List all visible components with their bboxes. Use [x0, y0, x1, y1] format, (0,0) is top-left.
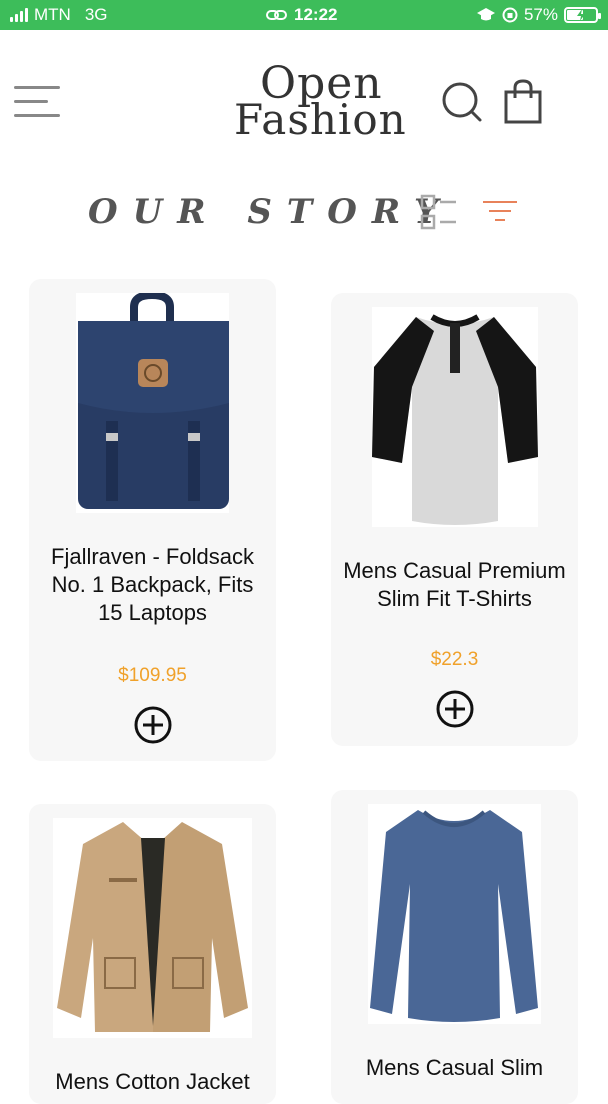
search-button[interactable] [440, 80, 484, 124]
product-title: Mens Casual Premium Slim Fit T-Shirts [343, 558, 566, 611]
product-image [372, 307, 538, 527]
signal-icon [10, 8, 28, 22]
product-title: Fjallraven - Foldsack No. 1 Backpack, Fi… [51, 544, 254, 625]
product-card[interactable]: Mens Casual Slim [331, 790, 578, 1104]
menu-button[interactable] [14, 86, 60, 118]
add-to-cart-button[interactable] [435, 689, 475, 729]
plus-circle-icon [134, 706, 172, 744]
brand-logo[interactable]: Open Fashion [232, 62, 414, 144]
product-price: $109.95 [118, 665, 187, 686]
blue-long-sleeve-shirt-image [370, 810, 538, 1022]
product-price: $22.3 [430, 649, 479, 670]
raglan-henley-shirt-image [372, 314, 538, 525]
network-label: 3G [84, 5, 108, 24]
status-right: 57% [476, 5, 601, 25]
logo-line2: Fashion [234, 95, 407, 144]
product-card[interactable]: Mens Cotton Jacket [29, 804, 276, 1104]
shopping-bag-icon [504, 79, 542, 124]
list-view-toggle[interactable] [420, 194, 460, 230]
cart-button[interactable] [502, 78, 544, 126]
tan-cotton-jacket-image [57, 822, 248, 1032]
product-image [76, 290, 229, 513]
product-card[interactable]: Mens Casual Premium Slim Fit T-Shirts $2… [331, 293, 578, 746]
product-image [53, 818, 252, 1038]
status-left: MTN 3G [10, 5, 108, 25]
orientation-lock-icon [502, 7, 518, 23]
product-title: Mens Casual Slim [365, 1055, 544, 1080]
graduation-cap-icon [476, 8, 495, 21]
product-image [368, 804, 541, 1024]
add-to-cart-button[interactable] [133, 705, 173, 745]
list-view-icon [420, 194, 456, 230]
section-title: OUR STORY [88, 192, 454, 232]
link-icon [266, 10, 287, 20]
battery-percent: 57% [523, 5, 558, 24]
search-icon [442, 82, 482, 122]
filter-button[interactable] [482, 198, 518, 224]
product-card[interactable]: Fjallraven - Foldsack No. 1 Backpack, Fi… [29, 279, 276, 761]
charging-bolt-icon [577, 9, 585, 21]
battery-icon [564, 7, 601, 23]
plus-circle-icon [436, 690, 474, 728]
filter-icon [483, 201, 517, 221]
status-center: 12:22 [266, 5, 337, 25]
navy-backpack-image [78, 290, 229, 509]
carrier-label: MTN [34, 5, 71, 24]
clock: 12:22 [294, 5, 338, 24]
status-bar: MTN 3G 12:22 57% [0, 0, 608, 30]
product-title: Mens Cotton Jacket [55, 1069, 250, 1094]
